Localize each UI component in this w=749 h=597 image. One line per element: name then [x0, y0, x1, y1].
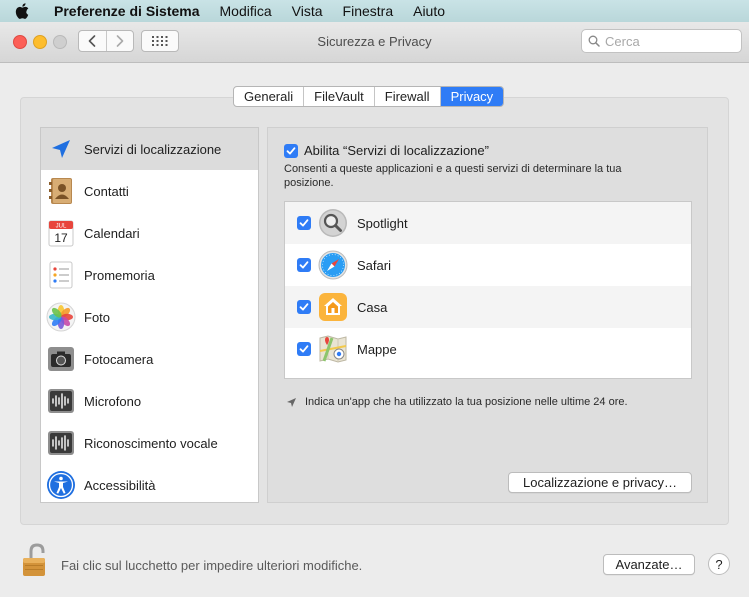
app-row-home[interactable]: Casa: [285, 286, 691, 328]
app-row-spotlight[interactable]: Spotlight: [285, 202, 691, 244]
sidebar-item-calendars[interactable]: JUL 17 Calendari: [41, 212, 258, 254]
sidebar-item-label: Riconoscimento vocale: [84, 435, 218, 451]
reminders-icon: [46, 260, 76, 290]
menu-app-name[interactable]: Preferenze di Sistema: [54, 3, 200, 19]
microphone-icon: [46, 386, 76, 416]
checkmark-icon: [299, 219, 309, 227]
contacts-icon: [46, 176, 76, 206]
sidebar-item-label: Promemoria: [84, 267, 155, 283]
safari-icon: [317, 249, 349, 281]
sidebar-item-label: Accessibilità: [84, 477, 156, 493]
tab-generali[interactable]: Generali: [234, 87, 303, 106]
app-label: Safari: [357, 257, 391, 273]
app-checkbox[interactable]: [297, 258, 311, 272]
calendar-icon-month: JUL: [56, 224, 67, 230]
speech-recognition-icon: [46, 428, 76, 458]
sidebar-item-location[interactable]: Servizi di localizzazione: [41, 128, 258, 170]
advanced-button[interactable]: Avanzate…: [603, 554, 695, 575]
checkbox-checked[interactable]: [284, 143, 298, 158]
checkmark-icon: [286, 146, 296, 154]
apple-menu-icon[interactable]: [12, 3, 32, 19]
sidebar-item-label: Microfono: [84, 393, 142, 409]
location-arrow-small-icon: [287, 397, 296, 407]
sidebar-item-label: Calendari: [84, 225, 140, 241]
checkmark-icon: [299, 345, 309, 353]
sidebar-item-microphone[interactable]: Microfono: [41, 380, 258, 422]
app-checkbox[interactable]: [297, 216, 311, 230]
enable-location-checkbox[interactable]: Abilita “Servizi di localizzazione”: [284, 143, 489, 158]
enable-location-label: Abilita “Servizi di localizzazione”: [304, 143, 489, 158]
location-description: Consenti a queste applicazioni e a quest…: [284, 163, 622, 189]
sidebar-item-photos[interactable]: Foto: [41, 296, 258, 338]
sidebar-item-label: Foto: [84, 309, 111, 325]
help-button[interactable]: ?: [708, 553, 730, 575]
camera-icon: [46, 344, 76, 374]
calendar-icon: JUL 17: [46, 218, 76, 248]
app-checkbox[interactable]: [297, 342, 311, 356]
location-arrow-icon: [46, 134, 76, 164]
title-bar: Sicurezza e Privacy Cerca: [0, 22, 749, 63]
sidebar-item-accessibility[interactable]: Accessibilità: [41, 464, 258, 502]
lock-message: Fai clic sul lucchetto per impedire ulte…: [61, 558, 363, 573]
tab-firewall[interactable]: Firewall: [373, 87, 440, 106]
app-label: Spotlight: [357, 215, 408, 231]
location-app-list: Spotlight Safari Casa Mappe: [284, 201, 692, 379]
app-row-maps[interactable]: Mappe: [285, 328, 691, 370]
app-checkbox[interactable]: [297, 300, 311, 314]
checkmark-icon: [299, 303, 309, 311]
search-input[interactable]: Cerca: [581, 29, 742, 53]
checkmark-icon: [299, 261, 309, 269]
maps-icon: [317, 333, 349, 365]
home-icon: [317, 291, 349, 323]
menu-bar: Preferenze di Sistema Modifica Vista Fin…: [0, 0, 749, 22]
sidebar-item-reminders[interactable]: Promemoria: [41, 254, 258, 296]
app-row-safari[interactable]: Safari: [285, 244, 691, 286]
app-label: Mappe: [357, 341, 397, 357]
menu-view[interactable]: Vista: [292, 3, 323, 19]
tab-privacy[interactable]: Privacy: [439, 87, 504, 106]
menu-edit[interactable]: Modifica: [220, 3, 272, 19]
menu-window[interactable]: Finestra: [343, 3, 394, 19]
location-hint: Indica un'app che ha utilizzato la tua p…: [286, 396, 628, 408]
spotlight-icon: [317, 207, 349, 239]
calendar-icon-day: 17: [54, 231, 68, 245]
lock-icon[interactable]: [20, 542, 52, 578]
sidebar-item-label: Servizi di localizzazione: [84, 141, 222, 157]
privacy-sidebar: Servizi di localizzazione Contatti JUL 1…: [40, 127, 259, 503]
menu-help[interactable]: Aiuto: [413, 3, 445, 19]
sidebar-item-speech-recognition[interactable]: Riconoscimento vocale: [41, 422, 258, 464]
tab-bar: Generali FileVault Firewall Privacy: [233, 86, 505, 107]
accessibility-icon: [46, 470, 76, 500]
photos-icon: [46, 302, 76, 332]
app-label: Casa: [357, 299, 388, 315]
sidebar-item-label: Fotocamera: [84, 351, 154, 367]
sidebar-item-contacts[interactable]: Contatti: [41, 170, 258, 212]
location-hint-text: Indica un'app che ha utilizzato la tua p…: [305, 396, 628, 408]
tab-filevault[interactable]: FileVault: [303, 87, 374, 106]
location-privacy-button[interactable]: Localizzazione e privacy…: [508, 472, 692, 493]
sidebar-item-label: Contatti: [84, 183, 129, 199]
search-placeholder: Cerca: [605, 33, 640, 49]
search-icon: [588, 35, 600, 47]
sidebar-item-camera[interactable]: Fotocamera: [41, 338, 258, 380]
